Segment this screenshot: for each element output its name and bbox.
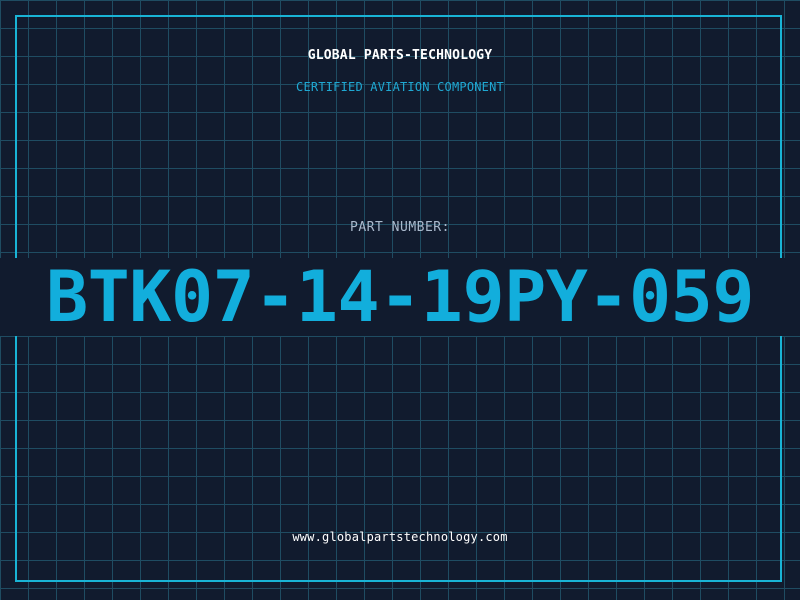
part-number-label: PART NUMBER:	[350, 220, 450, 235]
part-number-value: BTK07-14-19PY-059	[46, 256, 754, 338]
website-url: www.globalpartstechnology.com	[292, 530, 508, 544]
certification-tagline: CERTIFIED AVIATION COMPONENT	[296, 80, 504, 94]
part-card: GLOBAL PARTS-TECHNOLOGY CERTIFIED AVIATI…	[0, 0, 800, 600]
company-name: GLOBAL PARTS-TECHNOLOGY	[307, 48, 493, 63]
